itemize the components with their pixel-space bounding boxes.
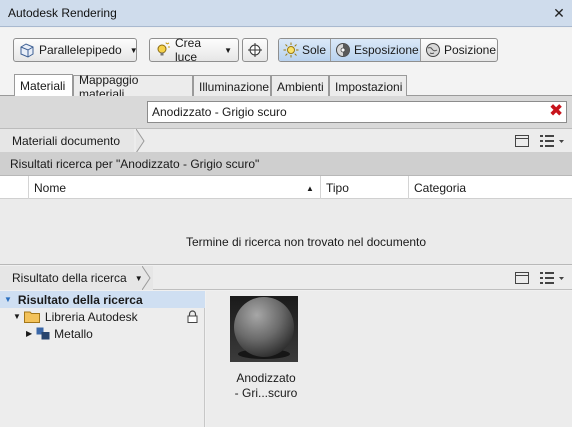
light-target-button[interactable]	[242, 38, 268, 62]
exposure-icon	[335, 42, 351, 58]
library-tree: ▼ Risultato della ricerca ▼ Libreria Aut…	[0, 291, 205, 427]
thumbnail-view-icon[interactable]	[515, 135, 529, 147]
expand-arrow-icon: ▼	[4, 295, 12, 304]
column-label: Categoria	[414, 180, 467, 195]
collapse-arrow-icon: ▶	[26, 329, 33, 338]
close-icon[interactable]: ✕	[553, 6, 565, 20]
sun-label: Sole	[302, 43, 327, 57]
document-materials-title: Materiali documento	[12, 134, 121, 148]
material-grid: Anodizzato - Gri...scuro	[206, 291, 572, 427]
window-title: Autodesk Rendering	[8, 6, 117, 20]
exposure-button[interactable]: Esposizione	[331, 39, 421, 61]
list-view-icon[interactable]	[539, 134, 565, 148]
tree-item-label: Libreria Autodesk	[44, 309, 138, 324]
title-bar: Autodesk Rendering ✕	[0, 0, 572, 27]
tab-label: Materiali	[20, 79, 66, 93]
tab-impostazioni[interactable]: Impostazioni	[329, 75, 407, 97]
list-view-icon[interactable]	[539, 271, 565, 285]
search-result-breadcrumb[interactable]: Risultato della ricerca ▼	[0, 266, 153, 290]
results-label: Risultati ricerca per "Anodizzato - Grig…	[0, 152, 572, 176]
create-light-label: Crea luce	[175, 36, 202, 64]
tree-item-autodesk-library[interactable]: ▼ Libreria Autodesk	[0, 308, 205, 325]
chevron-down-icon: ▼	[129, 45, 138, 55]
column-header-name[interactable]: Nome ▲	[28, 176, 320, 199]
breadcrumb-arrow-icon	[136, 129, 145, 153]
light-bulb-icon	[155, 42, 171, 58]
tab-ambienti[interactable]: Ambienti	[271, 75, 329, 97]
chevron-down-icon: ▼	[224, 45, 232, 55]
clear-search-icon[interactable]: ✖	[549, 102, 563, 119]
search-result-header: Risultato della ricerca ▼	[0, 266, 572, 290]
tab-label: Illuminazione	[199, 79, 270, 94]
search-result-title: Risultato della ricerca	[12, 271, 127, 285]
lock-icon	[187, 310, 198, 323]
thumbnail-view-icon[interactable]	[515, 272, 529, 284]
material-name-line1: Anodizzato	[236, 371, 296, 385]
empty-message: Termine di ricerca non trovato nel docum…	[185, 235, 427, 249]
column-header-type[interactable]: Tipo	[320, 176, 408, 199]
expand-arrow-icon: ▼	[13, 312, 21, 321]
sun-exposure-group: Sole Esposizione Posizione	[278, 38, 498, 62]
parallelepiped-button[interactable]: Parallelepipedo ▼	[13, 38, 138, 62]
position-label: Posizione	[444, 43, 497, 57]
tab-materiali[interactable]: Materiali	[14, 74, 73, 97]
results-table-header: Nome ▲ Tipo Categoria	[0, 176, 572, 199]
tree-item-label: Metallo	[54, 326, 93, 341]
exposure-label: Esposizione	[354, 43, 419, 57]
tab-bar: Materiali Mappaggio materiali Illuminazi…	[0, 72, 572, 101]
parallelepiped-icon	[19, 42, 35, 58]
sort-ascending-icon: ▲	[306, 184, 314, 193]
column-header-category[interactable]: Categoria	[408, 176, 572, 199]
material-name-line2: - Gri...scuro	[234, 386, 298, 400]
position-button[interactable]: Posizione	[421, 39, 497, 61]
tree-item-search-result[interactable]: ▼ Risultato della ricerca	[0, 291, 205, 308]
search-input[interactable]: Anodizzato - Grigio scuro	[147, 101, 567, 123]
breadcrumb-arrow-icon	[142, 266, 151, 290]
toolbar: Parallelepipedo ▼ Crea luce ▼ Sole Espos…	[0, 28, 572, 72]
parallelepiped-label: Parallelepipedo	[39, 43, 122, 57]
tree-item-label: Risultato della ricerca	[17, 292, 143, 307]
tree-item-metal[interactable]: ▶ Metallo	[0, 325, 205, 342]
material-thumbnail[interactable]	[230, 296, 298, 362]
sun-icon	[283, 42, 299, 58]
crosshair-icon	[247, 42, 263, 58]
material-caption[interactable]: Anodizzato - Gri...scuro	[226, 371, 306, 401]
sun-button[interactable]: Sole	[279, 39, 331, 61]
tab-label: Ambienti	[277, 79, 324, 94]
results-list: Termine di ricerca non trovato nel docum…	[0, 199, 572, 265]
breadcrumb[interactable]: Materiali documento	[0, 129, 135, 153]
search-bar: Anodizzato - Grigio scuro ✖	[0, 96, 572, 129]
folder-icon	[23, 310, 40, 323]
category-icon	[36, 327, 50, 340]
tab-label: Impostazioni	[335, 79, 403, 94]
tab-illuminazione[interactable]: Illuminazione	[193, 75, 271, 97]
tab-mappaggio-materiali[interactable]: Mappaggio materiali	[73, 73, 193, 101]
search-value: Anodizzato - Grigio scuro	[152, 105, 287, 119]
column-label: Nome	[34, 180, 67, 195]
material-sphere-image	[230, 296, 298, 362]
create-light-button[interactable]: Crea luce ▼	[149, 36, 239, 64]
globe-icon	[425, 42, 441, 58]
document-materials-header: Materiali documento	[0, 129, 572, 153]
column-label: Tipo	[326, 180, 349, 195]
